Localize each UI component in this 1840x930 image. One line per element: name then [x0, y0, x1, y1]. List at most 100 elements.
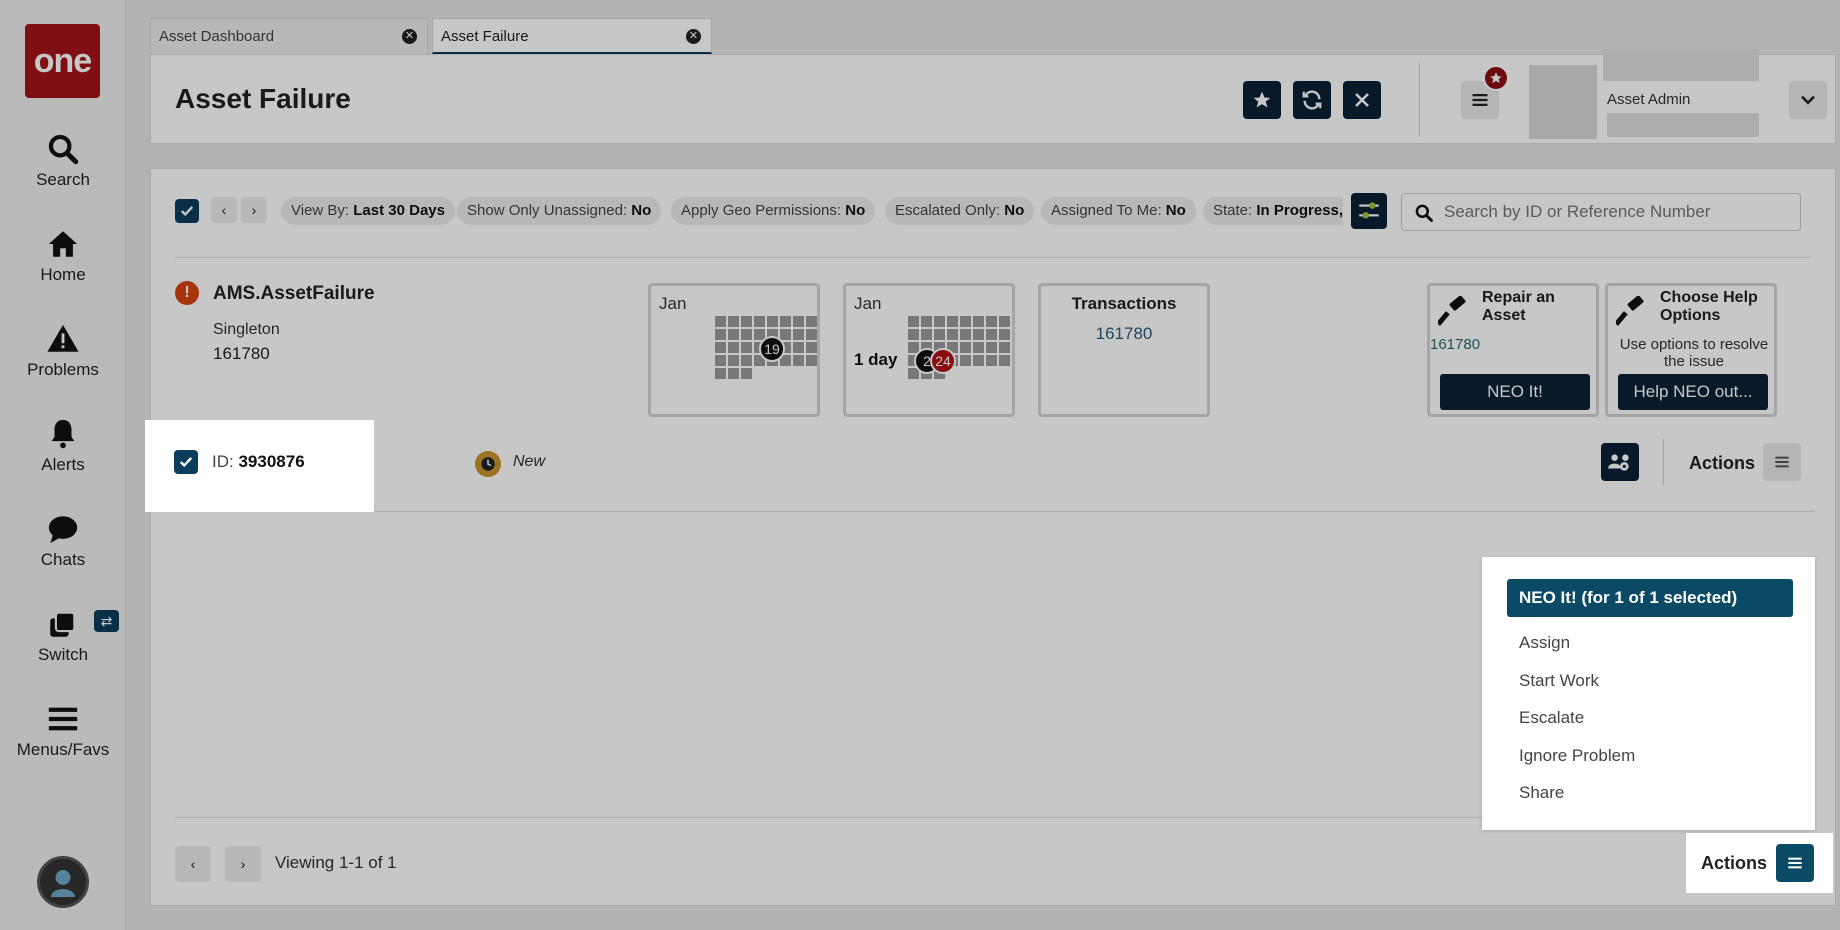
- hamburger-icon: [1775, 456, 1789, 468]
- chevron-right-icon: ›: [251, 202, 257, 218]
- sidebar-item-menus[interactable]: Menus/Favs: [0, 702, 126, 760]
- page-prev-button[interactable]: ‹: [175, 846, 211, 882]
- menu-item-ignore-problem[interactable]: Ignore Problem: [1519, 746, 1635, 766]
- one-logo[interactable]: one: [25, 24, 100, 98]
- star-icon: [1253, 91, 1271, 108]
- filter-unassigned[interactable]: Show Only Unassigned: No: [457, 197, 662, 225]
- filter-key: Assigned To Me:: [1051, 202, 1162, 219]
- bell-icon: [51, 419, 75, 449]
- check-icon: [180, 206, 194, 217]
- neo-it-button[interactable]: NEO It!: [1440, 374, 1590, 410]
- footer-actions-button[interactable]: [1776, 844, 1814, 882]
- tile-month: Jan: [854, 294, 882, 313]
- team-settings-button[interactable]: [1601, 443, 1639, 481]
- filter-value: Last 30 Days: [353, 202, 445, 219]
- tab-asset-dashboard[interactable]: Asset Dashboard ✕: [150, 18, 428, 54]
- filter-view-by[interactable]: View By: Last 30 Days: [281, 197, 455, 225]
- home-icon: [48, 231, 78, 257]
- refresh-button[interactable]: [1293, 81, 1331, 119]
- filter-geo[interactable]: Apply Geo Permissions: No: [671, 197, 876, 225]
- menu-item-escalate[interactable]: Escalate: [1519, 708, 1584, 728]
- menu-item-share[interactable]: Share: [1519, 783, 1564, 803]
- menu-item-neo-it[interactable]: NEO It! (for 1 of 1 selected): [1507, 579, 1793, 617]
- calendar-alert-dot: 24: [930, 348, 956, 374]
- sidebar-item-alerts[interactable]: Alerts: [0, 417, 126, 475]
- filter-escalated[interactable]: Escalated Only: No: [885, 197, 1035, 225]
- tile-title: Choose Help Options: [1660, 289, 1758, 324]
- profile-name: Asset Admin: [1607, 91, 1691, 108]
- status-label: New: [513, 453, 546, 470]
- table-row-selected[interactable]: ID: 3930876: [145, 420, 374, 512]
- menu-item-start-work[interactable]: Start Work: [1519, 671, 1599, 691]
- sidebar-item-search[interactable]: Search: [0, 132, 126, 190]
- problem-title: AMS.AssetFailure: [213, 283, 375, 304]
- page-header: Asset Failure Asset Admin: [150, 49, 1836, 144]
- hammer-icon: [1616, 296, 1644, 326]
- favorites-badge[interactable]: [1483, 65, 1509, 91]
- page-next-button[interactable]: ›: [225, 846, 261, 882]
- filter-key: Show Only Unassigned:: [467, 202, 628, 219]
- user-avatar[interactable]: [37, 856, 89, 908]
- tile-title: Repair an Asset: [1482, 289, 1555, 324]
- sidebar-item-label: Alerts: [41, 455, 85, 474]
- filter-key: Apply Geo Permissions:: [681, 202, 842, 219]
- blurred-info: [1603, 49, 1759, 81]
- sidebar-item-chats[interactable]: Chats: [0, 512, 126, 570]
- search-field[interactable]: [1401, 193, 1801, 231]
- sidebar-item-home[interactable]: Home: [0, 227, 126, 285]
- tab-asset-failure[interactable]: Asset Failure ✕: [432, 18, 712, 54]
- tile-title: Transactions: [1071, 294, 1177, 313]
- chevron-right-icon: ›: [240, 856, 246, 872]
- users-gear-icon: [1608, 454, 1629, 471]
- help-neo-button[interactable]: Help NEO out...: [1618, 374, 1768, 410]
- footer-actions-label: Actions: [1701, 853, 1768, 873]
- problem-subtitle: Singleton: [213, 321, 280, 338]
- filter-value: No: [1165, 202, 1186, 219]
- row-actions-button[interactable]: [1763, 443, 1801, 481]
- prev-button[interactable]: ‹: [211, 197, 237, 223]
- refresh-icon: [1302, 90, 1322, 110]
- filter-assigned[interactable]: Assigned To Me: No: [1041, 197, 1196, 225]
- actions-divider: [1663, 439, 1664, 485]
- tile-value: 161780: [1095, 324, 1153, 343]
- search-icon: [1415, 204, 1433, 222]
- warning-icon: [47, 324, 79, 352]
- menu-item-assign[interactable]: Assign: [1519, 633, 1570, 653]
- chevron-down-icon: [1801, 95, 1815, 105]
- filter-key: View By:: [291, 202, 350, 219]
- neo-avatar-icon: [51, 870, 75, 897]
- footer-actions[interactable]: Actions: [1686, 833, 1833, 893]
- filter-key: State:: [1213, 202, 1253, 219]
- blurred-info: [1607, 113, 1759, 137]
- filter-state[interactable]: State: In Progress,: [1203, 197, 1343, 225]
- sidebar-item-label: Problems: [27, 360, 99, 379]
- row-checkbox[interactable]: [174, 450, 198, 474]
- sidebar-item-problems[interactable]: Problems: [0, 322, 126, 380]
- sidebar-item-label: Chats: [40, 550, 86, 569]
- transactions-tile[interactable]: Transactions 161780: [1038, 283, 1210, 417]
- row-id: ID: 3930876: [212, 452, 305, 472]
- row-actions-label[interactable]: Actions: [1689, 453, 1755, 474]
- filter-settings-button[interactable]: [1351, 193, 1387, 229]
- close-button[interactable]: [1343, 81, 1381, 119]
- close-icon[interactable]: ✕: [402, 29, 417, 44]
- tile-duration: 1 day: [854, 350, 898, 369]
- sliders-icon: [1359, 202, 1379, 219]
- repair-asset-tile: Repair an Asset 161780 NEO It!: [1427, 283, 1599, 417]
- calendar-tile[interactable]: Jan 1 day 2 24: [843, 283, 1015, 417]
- next-button[interactable]: ›: [241, 197, 267, 223]
- calendar-tile[interactable]: Jan 19: [648, 283, 820, 417]
- check-icon: [179, 457, 193, 468]
- tab-label: Asset Dashboard: [159, 28, 275, 45]
- hamburger-icon: [1788, 857, 1802, 869]
- profile-dropdown-button[interactable]: [1789, 81, 1827, 119]
- close-icon[interactable]: ✕: [686, 29, 701, 44]
- filter-value: No: [631, 202, 652, 219]
- profile-picture[interactable]: [1529, 65, 1597, 139]
- favorite-button[interactable]: [1243, 81, 1281, 119]
- close-icon: [1355, 93, 1369, 107]
- select-all-checkbox[interactable]: [175, 199, 199, 223]
- search-input[interactable]: [1444, 202, 1784, 222]
- clock-icon: [475, 451, 501, 477]
- swap-icon[interactable]: ⇄: [94, 610, 119, 632]
